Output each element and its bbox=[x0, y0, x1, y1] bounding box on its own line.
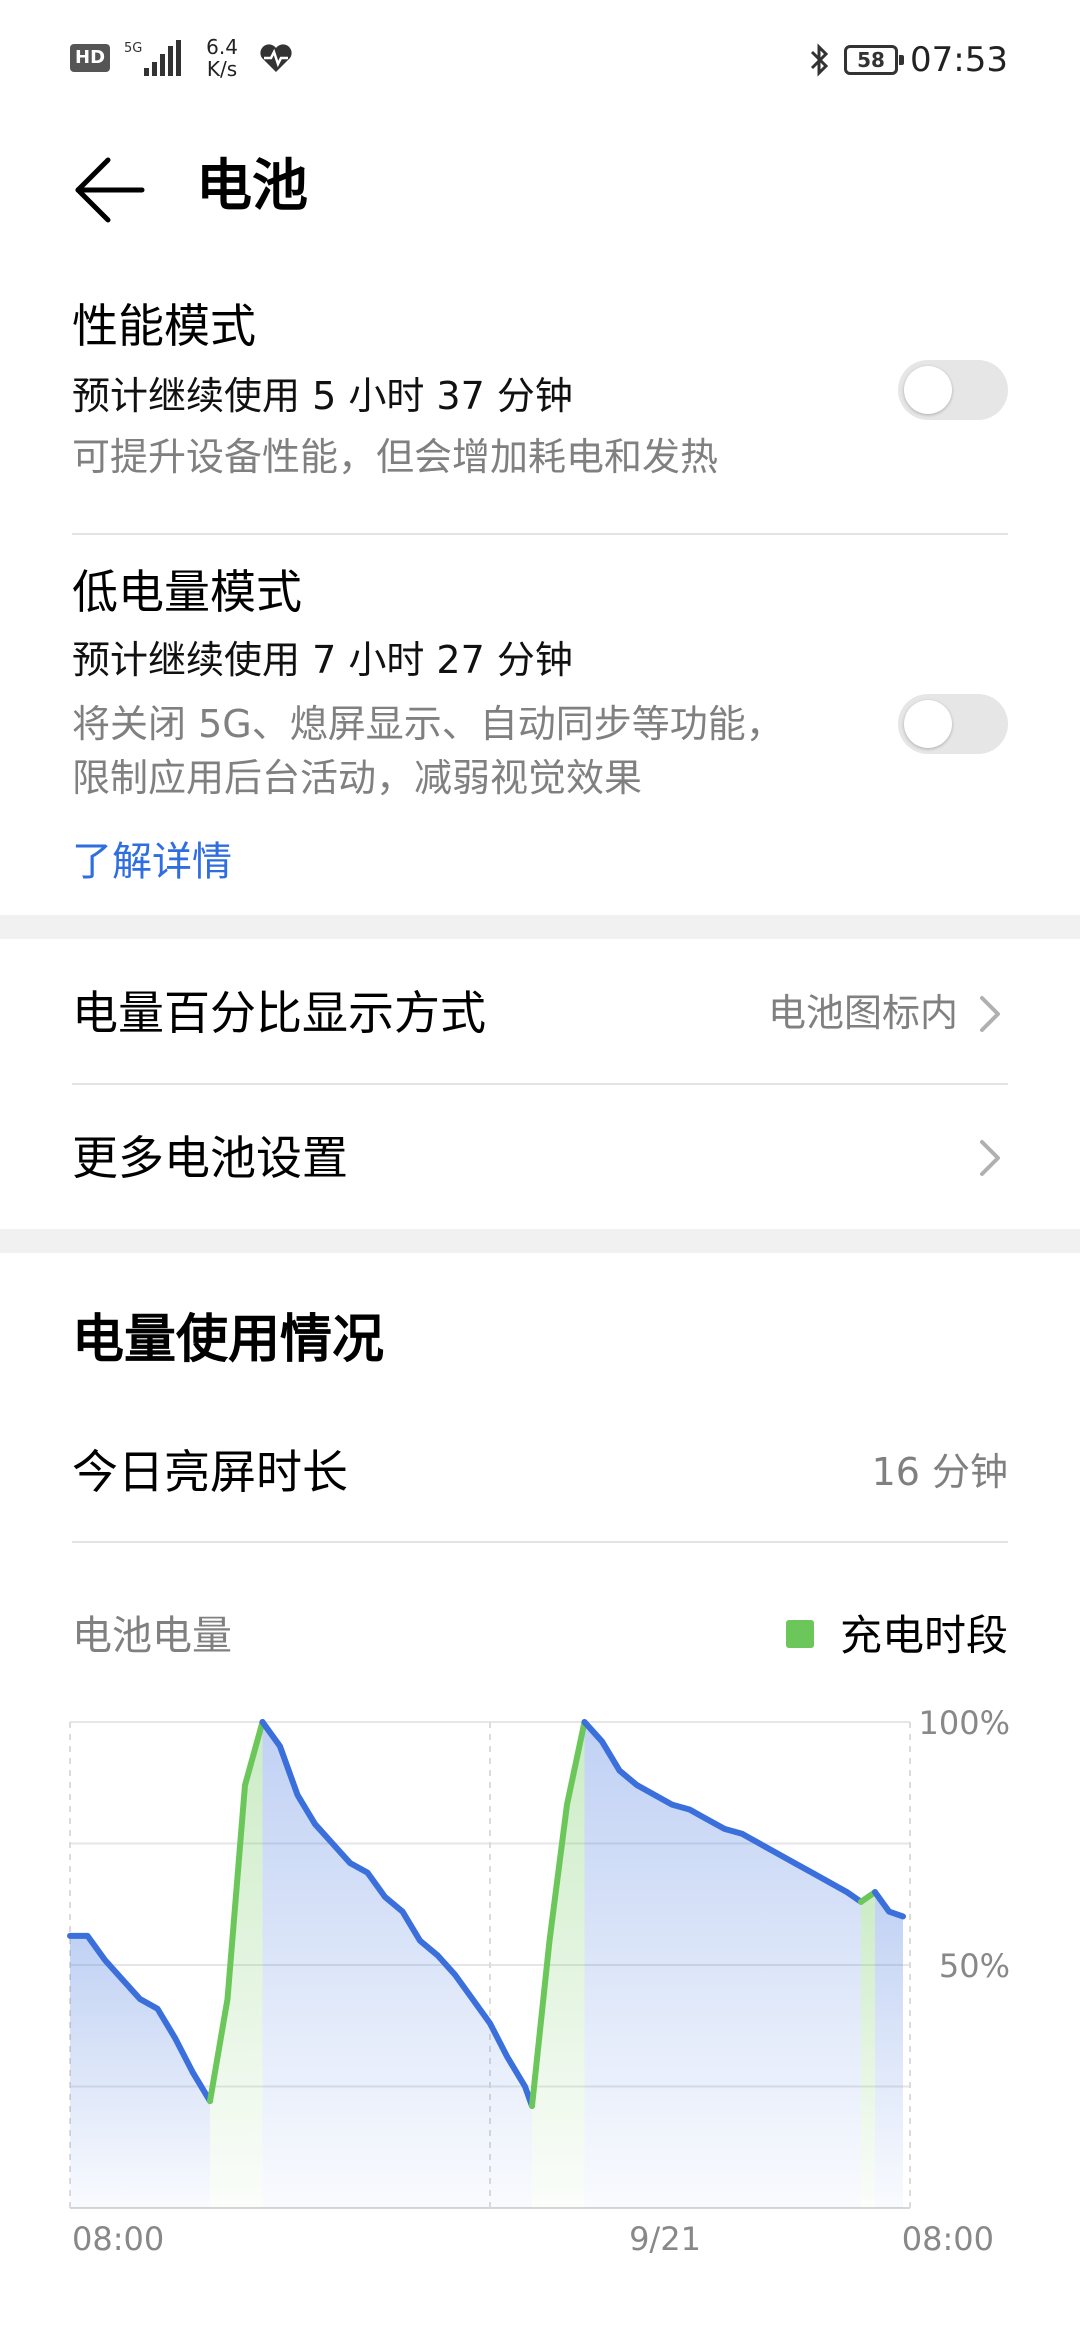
chevron-right-icon bbox=[980, 1140, 1000, 1176]
discharge-area bbox=[70, 1935, 210, 2208]
screen-time-label: 今日亮屏时长 bbox=[72, 1445, 348, 1499]
low-power-mode-description-line1: 将关闭 5G、熄屏显示、自动同步等功能， bbox=[72, 702, 784, 746]
divider bbox=[72, 1541, 1008, 1543]
discharge-area bbox=[584, 1722, 861, 2208]
section-gap bbox=[0, 915, 1080, 939]
low-power-mode-toggle[interactable] bbox=[898, 694, 1008, 754]
screen-time-value: 16 分钟 bbox=[871, 1450, 1008, 1494]
battery-level-icon: 58 bbox=[844, 45, 905, 75]
bluetooth-icon bbox=[810, 43, 829, 77]
charging-area bbox=[861, 1892, 875, 2208]
charging-legend-label: 充电时段 bbox=[839, 1611, 1008, 1660]
x-tick-label: 08:00 bbox=[902, 2220, 994, 2258]
clock-time: 07:53 bbox=[910, 40, 1008, 80]
y-tick-label: 100% bbox=[919, 1704, 1010, 1742]
charging-legend-swatch bbox=[786, 1620, 814, 1648]
back-button[interactable] bbox=[70, 150, 150, 230]
battery-level-chart: 100% 50% 08:00 9/21 08:00 bbox=[67, 1704, 1010, 2258]
x-tick-label: 08:00 bbox=[72, 2220, 164, 2258]
toggle-knob bbox=[904, 366, 952, 414]
chevron-right-icon bbox=[980, 996, 1000, 1032]
toggle-knob bbox=[904, 700, 952, 748]
performance-mode-toggle[interactable] bbox=[898, 360, 1008, 420]
percentage-display-value: 电池图标内 bbox=[767, 991, 958, 1035]
status-bar: HD 5G 6.4 K/s 58 07:53 bbox=[0, 0, 1080, 124]
network-speed-unit: K/s bbox=[206, 57, 238, 81]
divider bbox=[72, 1083, 1008, 1085]
status-bar-left: HD 5G 6.4 K/s bbox=[70, 36, 294, 80]
health-heart-icon bbox=[260, 44, 292, 72]
learn-more-link[interactable]: 了解详情 bbox=[72, 836, 232, 888]
low-power-mode-estimate: 预计继续使用 7 小时 27 分钟 bbox=[72, 638, 573, 682]
more-battery-settings-label: 更多电池设置 bbox=[72, 1131, 348, 1185]
usage-section-title: 电量使用情况 bbox=[72, 1310, 385, 1370]
network-type-label: 5G bbox=[124, 41, 142, 56]
performance-mode-description: 可提升设备性能，但会增加耗电和发热 bbox=[72, 435, 719, 479]
percentage-display-label: 电量百分比显示方式 bbox=[72, 986, 486, 1040]
low-power-mode-title: 低电量模式 bbox=[72, 565, 302, 619]
network-speed: 6.4 K/s bbox=[200, 36, 244, 80]
divider bbox=[72, 533, 1008, 535]
page-title: 电池 bbox=[196, 154, 308, 219]
network-speed-value: 6.4 bbox=[206, 35, 238, 59]
title-bar: 电池 bbox=[0, 124, 1080, 252]
low-power-mode-description-line2: 限制应用后台活动，减弱视觉效果 bbox=[72, 756, 643, 800]
x-tick-label: 9/21 bbox=[629, 2220, 701, 2258]
y-tick-label: 50% bbox=[939, 1947, 1010, 1985]
signal-5g-icon: 5G bbox=[124, 40, 182, 76]
hd-voice-badge: HD bbox=[70, 44, 111, 72]
section-gap bbox=[0, 1229, 1080, 1253]
performance-mode-title: 性能模式 bbox=[72, 299, 256, 353]
status-bar-right: 58 07:53 bbox=[808, 40, 1008, 80]
performance-mode-estimate: 预计继续使用 5 小时 37 分钟 bbox=[72, 374, 573, 418]
back-arrow-icon bbox=[75, 157, 145, 223]
discharge-area bbox=[875, 1892, 903, 2208]
chart-title: 电池电量 bbox=[72, 1613, 232, 1659]
